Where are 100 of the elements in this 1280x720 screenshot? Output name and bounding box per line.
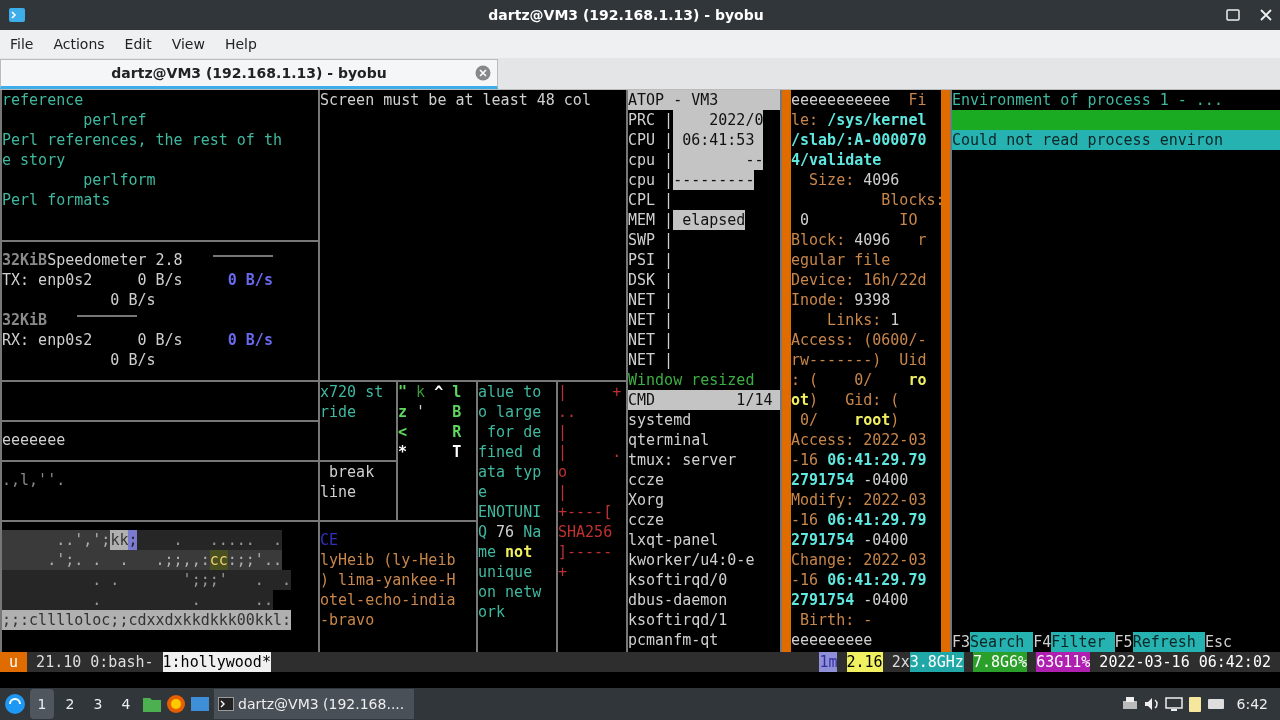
clipboard-icon[interactable] (1186, 695, 1203, 713)
window-icon[interactable] (190, 695, 210, 713)
terminal-text: 06:41:53 (673, 130, 764, 150)
terminal-text: otel-echo-india (320, 590, 456, 610)
desktop-button[interactable]: 1 (30, 689, 54, 719)
terminal-text: 1 (890, 310, 900, 330)
folder-icon[interactable] (142, 695, 162, 713)
function-key-button[interactable]: Refresh (1132, 632, 1205, 652)
desktop-button[interactable]: 3 (86, 689, 110, 719)
terminal-text: 4096 (854, 230, 891, 250)
terminal-text: CPU | (628, 130, 674, 150)
terminal-text: -- (673, 150, 764, 170)
window-title: dartz@VM3 (192.168.1.13) - byobu (487, 5, 765, 25)
terminal-text: me (478, 542, 498, 562)
terminal-text: ) lima-yankee-H (320, 570, 456, 590)
terminal-text: Na (522, 522, 542, 542)
memory-usage: 7.8G6% (972, 652, 1028, 672)
terminal-text: Inode: (791, 290, 847, 310)
key-label: F3 (952, 632, 971, 652)
terminal-text: systemd (628, 410, 692, 430)
terminal-text: 06:41:29.79 (827, 450, 927, 470)
terminal-text: /slab/:A-000070 (791, 130, 927, 150)
terminal-text: 4096 (863, 170, 900, 190)
terminal-text: Could not read process environ (952, 130, 1223, 150)
function-key-button[interactable]: Filter (1051, 632, 1115, 652)
terminal-text: | . (558, 442, 622, 462)
version-text: 21.10 (35, 652, 83, 672)
browser-icon[interactable] (166, 694, 186, 714)
terminal-text: : ( 0/ (791, 370, 874, 390)
menu-item[interactable]: View (161, 31, 215, 57)
menu-item[interactable]: Edit (114, 31, 162, 57)
start-menu-icon[interactable] (4, 693, 26, 715)
terminal-text: .. (558, 402, 577, 422)
terminal-text: NET | (628, 290, 674, 310)
terminal-text: Q (478, 522, 489, 542)
terminal-text: " (398, 382, 409, 402)
terminal-text: ENOTUNI (478, 502, 542, 522)
terminal-text: -bravo (320, 610, 375, 630)
terminal-text: -0400 (862, 590, 909, 610)
volume-icon[interactable] (1142, 696, 1161, 712)
menu-item[interactable]: Actions (43, 31, 115, 57)
terminal-text: kk (110, 530, 129, 550)
terminal-text: z (398, 402, 409, 422)
terminal-text: Window resized (628, 370, 755, 390)
terminal-text: reference (2, 90, 84, 110)
terminal-text: CE (320, 530, 339, 550)
menu-item[interactable]: Help (214, 31, 267, 57)
terminal-text: -0400 (862, 470, 909, 490)
terminal-text: 0 B/s (227, 330, 273, 350)
terminal-text: NET | (628, 350, 674, 370)
terminal-text: x720 st (320, 382, 384, 402)
close-icon[interactable] (1260, 9, 1272, 21)
terminal-text: B (452, 402, 462, 422)
terminal-text: 76 (496, 522, 515, 542)
disk-usage: 63G11% (1036, 652, 1091, 672)
terminal-text: tmux: server (628, 450, 737, 470)
cpu-count: 2x (891, 652, 910, 672)
maximize-icon[interactable] (1226, 8, 1240, 22)
terminal-text: dbus-daemon (628, 590, 728, 610)
menu-item[interactable]: File (0, 31, 44, 57)
terminal-text: 0 B/s (109, 290, 156, 310)
printer-icon[interactable] (1120, 696, 1139, 712)
tab[interactable]: dartz@VM3 (192.168.1.13) - byobu (0, 59, 498, 89)
terminal-text: eeeeeee (2, 430, 66, 450)
terminal-text: e story (2, 150, 66, 170)
terminal-text: 32KiB (2, 310, 48, 330)
terminal-text: egular file (791, 250, 891, 270)
monitor-icon[interactable] (1164, 696, 1183, 712)
terminal-text: + (558, 562, 568, 582)
terminal-text: 9398 (854, 290, 891, 310)
desktop-button[interactable]: 2 (58, 689, 82, 719)
terminal-text: Screen must be at least 48 col (320, 90, 591, 110)
load-average: 2.16 (846, 652, 883, 672)
terminal-text: NET | (628, 310, 674, 330)
terminal-text: PSI | (628, 250, 674, 270)
terminal-text: 0 B/s (227, 270, 273, 290)
terminal-text: | (558, 482, 568, 502)
terminal-text: e (478, 482, 488, 502)
taskbar-button[interactable]: dartz@VM3 (192.168.... (214, 689, 414, 719)
window-tab[interactable]: 0:bash- (90, 652, 154, 672)
terminal-text: rw-------) Uid (791, 350, 927, 370)
session-indicator: u (0, 652, 28, 672)
terminal-text: unique (478, 562, 533, 582)
window-tab[interactable]: 1:hollywood* (162, 652, 271, 672)
terminal-text: --------- (673, 170, 755, 190)
terminal-text: qterminal (628, 430, 710, 450)
terminal-text: ' (416, 402, 427, 422)
terminal-text: ccze (628, 470, 665, 490)
terminal-text: eeeeeeeeeee (791, 90, 892, 110)
function-key-button[interactable]: Search (970, 632, 1034, 652)
clock[interactable]: 6:42 (1228, 693, 1276, 715)
terminal-text: RX: enp0s2 0 B/s (2, 330, 184, 350)
terminal-text: lxqt-panel (628, 530, 719, 550)
terminal-text: line (320, 482, 357, 502)
terminal-text: * T (398, 442, 462, 462)
terminal-text: ;;:clllloloc;;cdxxdxkkdkkk00kkl: (2, 610, 291, 630)
key-label: F5 (1114, 632, 1133, 652)
terminal-text: CPL | (628, 190, 674, 210)
terminal-text: fined d (478, 442, 542, 462)
desktop-button[interactable]: 4 (114, 689, 138, 719)
